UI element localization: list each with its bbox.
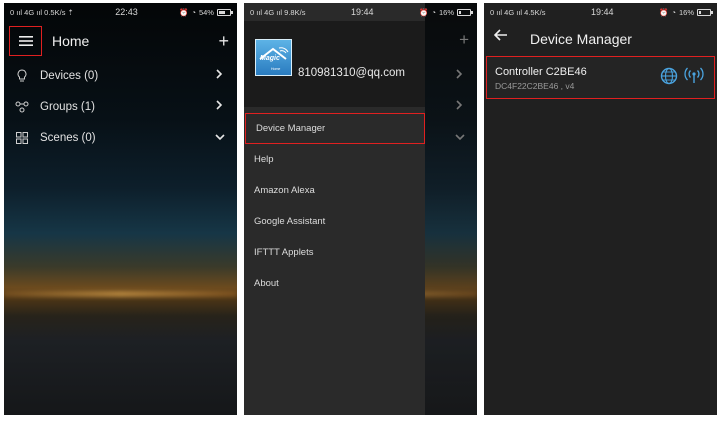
- drawer-item-google-assistant[interactable]: Google Assistant: [244, 206, 425, 237]
- group-nodes-icon: [14, 99, 30, 115]
- wifi-icon: ◔: [191, 7, 196, 17]
- nav-item-devices[interactable]: Devices (0): [4, 60, 237, 91]
- wifi-icon: ◔: [671, 7, 676, 17]
- battery-percent: 16%: [678, 7, 694, 17]
- app-bar: Home +: [4, 25, 237, 57]
- hamburger-icon: [18, 36, 33, 46]
- battery-icon: [697, 8, 713, 16]
- chevron-down-icon: [455, 134, 465, 141]
- status-time: 22:43: [115, 7, 138, 17]
- battery-percent: 54%: [198, 7, 214, 17]
- wireless-signal-icon: [684, 67, 704, 83]
- add-button[interactable]: +: [218, 31, 229, 52]
- navigation-drawer: Magic Home 810981310@qq.com Device Manag…: [244, 3, 425, 415]
- chevron-right-icon: [216, 100, 223, 110]
- nav-item-scenes[interactable]: Scenes (0): [4, 122, 237, 153]
- globe-icon: [660, 67, 678, 85]
- page-title: Device Manager: [530, 31, 632, 47]
- chevron-down-icon: [215, 134, 225, 141]
- device-mac-version: DC4F22C2BE46 , v4: [495, 81, 575, 91]
- battery-icon: [216, 8, 233, 16]
- logo-subtext: Home: [271, 67, 281, 71]
- app-bar: Device Manager: [484, 23, 717, 55]
- alarm-icon: ⏰: [659, 7, 669, 17]
- drawer-item-ifttt-applets[interactable]: IFTTT Applets: [244, 237, 425, 268]
- nav-item-groups[interactable]: Groups (1): [4, 91, 237, 122]
- battery-icon: [457, 8, 473, 16]
- status-bar: 0 ııl 4G ııl 4.5K/s 19:44 ⏰ ◔ 16%: [484, 3, 717, 21]
- menu-button[interactable]: [9, 26, 42, 56]
- device-list-item[interactable]: Controller C2BE46 DC4F22C2BE46 , v4: [486, 56, 715, 99]
- drawer-item-about[interactable]: About: [244, 268, 425, 299]
- status-network: 0 ııl 4G ııl 0.5K/s ⇡: [10, 7, 74, 17]
- alarm-icon: ⏰: [179, 7, 189, 17]
- device-manager-screen: 0 ııl 4G ııl 4.5K/s 19:44 ⏰ ◔ 16% Device…: [484, 3, 717, 415]
- wifi-icon: ◔: [431, 7, 436, 17]
- bulb-icon: [14, 68, 30, 84]
- nav-item-label: Devices (0): [40, 69, 99, 82]
- status-network: 0 ııl 4G ııl 9.8K/s: [250, 7, 306, 17]
- chevron-right-icon: [216, 69, 223, 79]
- drawer-item-help[interactable]: Help: [244, 144, 425, 175]
- chevron-right-icon: [456, 69, 463, 79]
- device-name: Controller C2BE46: [495, 66, 587, 78]
- drawer-screen: 0 ııl 4G ııl 9.8K/s 19:44 ⏰ ◔ 16% + Magi…: [244, 3, 477, 415]
- chevron-right-icon: [456, 100, 463, 110]
- alarm-icon: ⏰: [419, 7, 429, 17]
- status-bar: 0 ııl 4G ııl 9.8K/s 19:44 ⏰ ◔ 16%: [244, 3, 477, 21]
- drawer-menu: Device Manager Help Amazon Alexa Google …: [244, 113, 425, 299]
- drawer-item-amazon-alexa[interactable]: Amazon Alexa: [244, 175, 425, 206]
- nav-item-label: Scenes (0): [40, 131, 96, 144]
- page-title: Home: [52, 33, 90, 49]
- home-nav-list: Devices (0) Groups (1) Scenes (0): [4, 60, 237, 153]
- back-arrow-icon[interactable]: [494, 29, 508, 41]
- logo-text: Magic: [260, 55, 280, 62]
- status-bar: 0 ııl 4G ııl 0.5K/s ⇡ 22:43 ⏰ ◔ 54%: [4, 3, 237, 21]
- magic-home-logo: Magic Home: [255, 39, 292, 76]
- status-network: 0 ııl 4G ııl 4.5K/s: [490, 7, 546, 17]
- status-time: 19:44: [591, 7, 614, 17]
- scenes-grid-icon: [14, 130, 30, 146]
- status-time: 19:44: [351, 7, 374, 17]
- account-email: 810981310@qq.com: [298, 67, 405, 79]
- nav-item-label: Groups (1): [40, 100, 95, 113]
- add-button-behind-drawer: +: [459, 30, 469, 49]
- battery-percent: 16%: [438, 7, 454, 17]
- home-screen: 0 ııl 4G ııl 0.5K/s ⇡ 22:43 ⏰ ◔ 54% Home…: [4, 3, 237, 415]
- drawer-item-device-manager[interactable]: Device Manager: [245, 113, 425, 144]
